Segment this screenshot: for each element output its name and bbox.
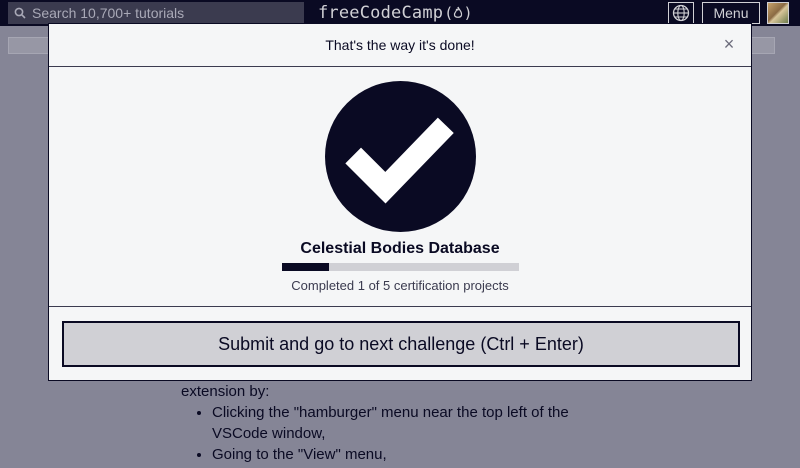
project-title: Celestial Bodies Database xyxy=(300,240,500,257)
language-button[interactable] xyxy=(668,2,694,24)
menu-button[interactable]: Menu xyxy=(702,2,760,24)
brand-text: freeCodeCamp xyxy=(318,3,444,23)
list-item: Clicking the "hamburger" menu near the t… xyxy=(212,402,621,444)
freecodecamp-logo[interactable]: freeCodeCamp () xyxy=(318,2,473,24)
modal-footer: Submit and go to next challenge (Ctrl + … xyxy=(49,306,751,380)
checkmark-icon xyxy=(325,81,476,232)
background-list: Clicking the "hamburger" menu near the t… xyxy=(212,402,621,465)
flame-icon: () xyxy=(444,4,473,22)
background-content: extension by: Clicking the "hamburger" m… xyxy=(181,381,621,465)
search-input[interactable]: Search 10,700+ tutorials xyxy=(32,5,184,21)
search-icon xyxy=(8,7,32,19)
background-intro: extension by: xyxy=(181,383,270,400)
modal-header: That's the way it's done! × xyxy=(49,24,751,67)
progress-bar xyxy=(282,263,519,271)
progress-text: Completed 1 of 5 certification projects xyxy=(291,278,509,293)
avatar[interactable] xyxy=(767,2,789,24)
modal-title: That's the way it's done! xyxy=(325,37,475,53)
submit-button[interactable]: Submit and go to next challenge (Ctrl + … xyxy=(62,321,740,367)
close-icon[interactable]: × xyxy=(721,35,737,53)
modal-body: Celestial Bodies Database Completed 1 of… xyxy=(49,68,751,306)
search-box[interactable]: Search 10,700+ tutorials xyxy=(8,2,304,24)
completion-modal: That's the way it's done! × Celestial Bo… xyxy=(48,23,752,381)
globe-icon xyxy=(672,4,690,22)
list-item: Going to the "View" menu, xyxy=(212,444,621,465)
progress-fill xyxy=(282,263,330,271)
